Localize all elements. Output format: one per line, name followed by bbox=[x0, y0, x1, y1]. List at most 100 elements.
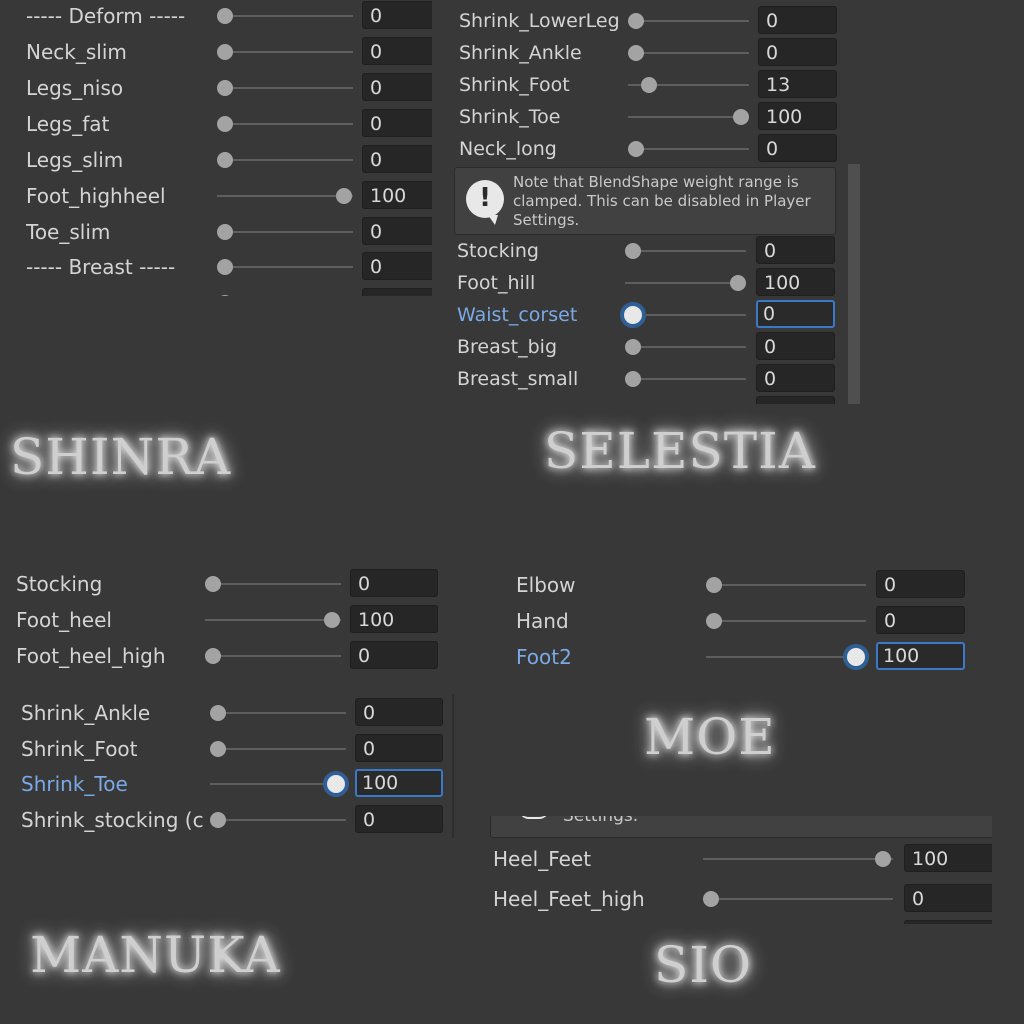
weight-field[interactable]: 13 bbox=[758, 70, 837, 98]
weight-field[interactable]: 0 bbox=[362, 145, 432, 173]
slider-track[interactable] bbox=[217, 195, 353, 197]
slider-track[interactable] bbox=[217, 87, 353, 89]
slider-handle[interactable] bbox=[336, 188, 352, 204]
blendshape-row[interactable]: Foot_heel 100 bbox=[0, 605, 440, 634]
blendshape-row[interactable]: Hand 0 bbox=[500, 606, 970, 635]
vertical-scrollbar[interactable] bbox=[848, 164, 860, 404]
blendshape-row[interactable]: Shrink_stocking (c 0 bbox=[0, 805, 445, 834]
blendshape-row[interactable]: Shrink_Foot 13 bbox=[440, 70, 864, 99]
weight-field[interactable]: 0 bbox=[362, 1, 432, 29]
weight-field[interactable]: 0 bbox=[355, 805, 443, 833]
weight-field[interactable]: 100 bbox=[362, 181, 432, 209]
blendshape-row[interactable]: Heel_Feet 100 bbox=[490, 844, 992, 873]
slider-track[interactable] bbox=[625, 250, 746, 252]
weight-field[interactable]: 0 bbox=[355, 734, 443, 762]
slider-track[interactable] bbox=[703, 858, 893, 860]
slider-handle[interactable] bbox=[625, 371, 641, 387]
blendshape-row[interactable]: Breast_small 0 bbox=[440, 364, 845, 393]
slider-handle[interactable] bbox=[217, 152, 233, 168]
weight-field[interactable]: 0 bbox=[350, 641, 438, 669]
slider-track[interactable] bbox=[210, 712, 346, 714]
slider-handle[interactable] bbox=[628, 141, 644, 157]
blendshape-row-active[interactable]: Foot2 100 bbox=[500, 642, 970, 671]
blendshape-row[interactable]: Foot_heel_high 0 bbox=[0, 641, 440, 670]
slider-track[interactable] bbox=[706, 656, 866, 658]
weight-field[interactable]: 100 bbox=[876, 642, 965, 670]
slider-track[interactable] bbox=[625, 282, 746, 284]
slider-track[interactable] bbox=[703, 898, 893, 900]
slider-handle[interactable] bbox=[323, 771, 349, 797]
slider-track[interactable] bbox=[210, 819, 346, 821]
slider-handle[interactable] bbox=[217, 259, 233, 275]
blendshape-row[interactable]: Shrink_Toe 100 bbox=[440, 102, 864, 131]
slider-handle[interactable] bbox=[217, 224, 233, 240]
slider-handle[interactable] bbox=[641, 77, 657, 93]
weight-field[interactable]: 0 bbox=[904, 884, 992, 912]
slider-handle[interactable] bbox=[703, 891, 719, 907]
weight-field[interactable]: 0 bbox=[756, 300, 835, 328]
weight-field[interactable]: 100 bbox=[350, 605, 438, 633]
blendshape-row[interactable]: Stocking 0 bbox=[0, 569, 440, 598]
slider-track[interactable] bbox=[706, 620, 866, 622]
slider-track[interactable] bbox=[210, 748, 346, 750]
slider-handle[interactable] bbox=[205, 576, 221, 592]
weight-field[interactable]: 0 bbox=[756, 364, 835, 392]
slider-handle[interactable] bbox=[625, 339, 641, 355]
blendshape-row[interactable]: Foot_highheel 100 bbox=[0, 181, 432, 210]
slider-handle[interactable] bbox=[628, 13, 644, 29]
weight-field[interactable]: 100 bbox=[904, 844, 992, 872]
slider-track[interactable] bbox=[217, 231, 353, 233]
blendshape-row[interactable]: Neck_long 0 bbox=[440, 134, 864, 163]
slider-track[interactable] bbox=[628, 116, 749, 118]
weight-field[interactable]: 0 bbox=[756, 236, 835, 264]
weight-field[interactable]: 0 bbox=[350, 569, 438, 597]
slider-handle[interactable] bbox=[324, 612, 340, 628]
weight-field[interactable]: 0 bbox=[758, 134, 837, 162]
slider-handle[interactable] bbox=[625, 243, 641, 259]
blendshape-row[interactable]: Shrink_Ankle 0 bbox=[0, 698, 445, 727]
slider-handle[interactable] bbox=[217, 80, 233, 96]
blendshape-row[interactable]: Stocking 0 bbox=[440, 236, 845, 265]
weight-field[interactable]: 100 bbox=[758, 102, 837, 130]
blendshape-row[interactable]: Heel_Feet_high 0 bbox=[490, 884, 992, 913]
slider-track[interactable] bbox=[217, 123, 353, 125]
slider-handle[interactable] bbox=[706, 613, 722, 629]
weight-field[interactable]: 0 bbox=[362, 109, 432, 137]
slider-handle[interactable] bbox=[628, 45, 644, 61]
slider-handle[interactable] bbox=[875, 851, 891, 867]
slider-track[interactable] bbox=[628, 20, 749, 22]
slider-track[interactable] bbox=[706, 584, 866, 586]
slider-track[interactable] bbox=[628, 148, 749, 150]
slider-track[interactable] bbox=[205, 619, 341, 621]
blendshape-row[interactable]: Neck_slim 0 bbox=[0, 37, 432, 66]
blendshape-row[interactable]: Legs_niso 0 bbox=[0, 73, 432, 102]
weight-field[interactable]: 0 bbox=[362, 73, 432, 101]
blendshape-row[interactable]: Legs_slim 0 bbox=[0, 145, 432, 174]
slider-handle[interactable] bbox=[843, 644, 869, 670]
blendshape-row[interactable]: Toe_slim 0 bbox=[0, 217, 432, 246]
weight-field[interactable]: 0 bbox=[756, 332, 835, 360]
slider-track[interactable] bbox=[217, 266, 353, 268]
slider-track[interactable] bbox=[217, 15, 353, 17]
weight-field[interactable]: 0 bbox=[758, 38, 837, 66]
slider-handle[interactable] bbox=[210, 812, 226, 828]
weight-field[interactable]: 0 bbox=[355, 698, 443, 726]
slider-handle[interactable] bbox=[210, 705, 226, 721]
blendshape-row[interactable]: ----- Breast ----- 0 bbox=[0, 252, 432, 281]
slider-handle[interactable] bbox=[217, 116, 233, 132]
slider-handle[interactable] bbox=[706, 577, 722, 593]
blendshape-row[interactable]: Breast_big 0 bbox=[440, 332, 845, 361]
slider-track[interactable] bbox=[217, 51, 353, 53]
weight-field[interactable]: 100 bbox=[756, 268, 835, 296]
slider-handle[interactable] bbox=[217, 44, 233, 60]
blendshape-row[interactable]: Shrink_Foot 0 bbox=[0, 734, 445, 763]
blendshape-row[interactable]: Shrink_Ankle 0 bbox=[440, 38, 864, 67]
weight-field[interactable]: 0 bbox=[758, 6, 837, 34]
slider-track[interactable] bbox=[217, 159, 353, 161]
blendshape-row[interactable]: ----- Deform ----- 0 bbox=[0, 1, 432, 30]
slider-track[interactable] bbox=[628, 52, 749, 54]
weight-field[interactable]: 0 bbox=[362, 37, 432, 65]
blendshape-row-active[interactable]: Shrink_Toe 100 bbox=[0, 769, 445, 798]
blendshape-row[interactable]: Shrink_LowerLeg 0 bbox=[440, 6, 864, 35]
slider-track[interactable] bbox=[625, 346, 746, 348]
